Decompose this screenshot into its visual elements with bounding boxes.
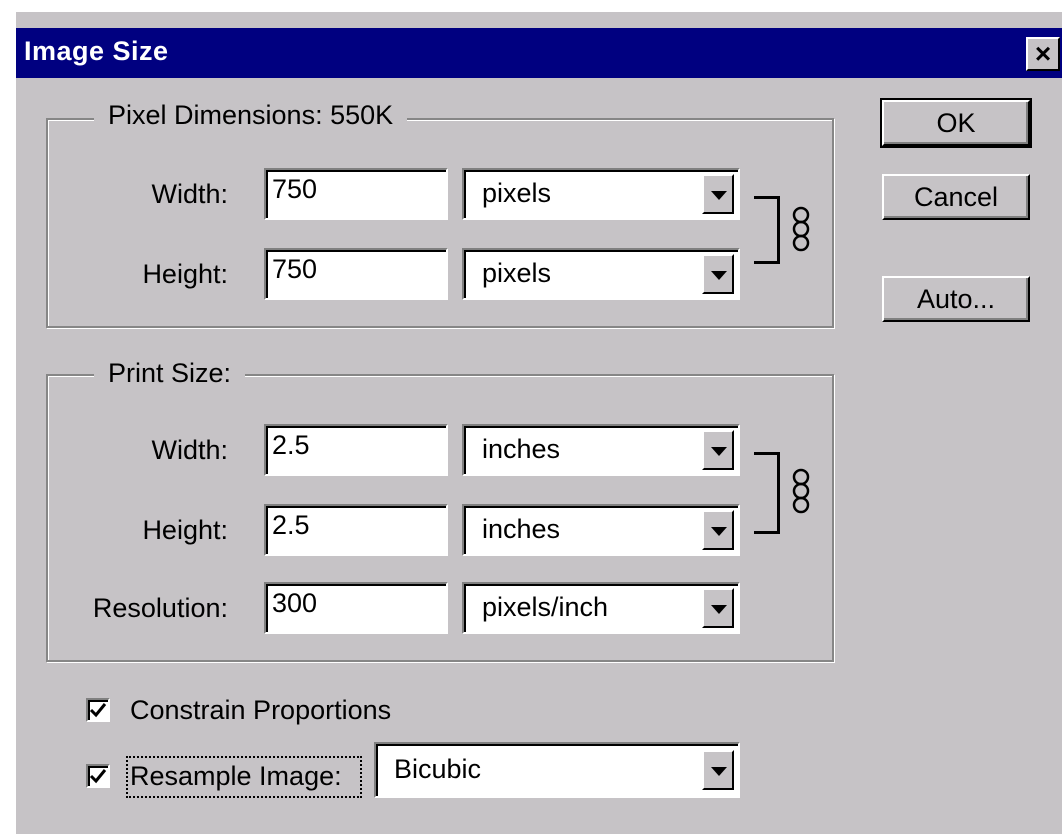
auto-button[interactable]: Auto... — [882, 276, 1030, 322]
cancel-button-label: Cancel — [913, 182, 999, 212]
title-bar[interactable]: Image Size × — [16, 28, 1062, 78]
cancel-button[interactable]: Cancel — [882, 174, 1030, 220]
print-width-unit-value: inches — [482, 434, 561, 464]
pixel-width-label: Width: — [151, 179, 228, 209]
print-link-bracket — [754, 452, 780, 534]
checkmark-icon — [89, 769, 107, 784]
resolution-label: Resolution: — [92, 593, 228, 623]
resolution-input[interactable]: 300 — [264, 582, 448, 634]
chain-link-icon — [792, 206, 810, 252]
close-button[interactable]: × — [1026, 37, 1060, 71]
print-height-input[interactable]: 2.5 — [264, 504, 448, 556]
chevron-down-icon[interactable] — [702, 588, 734, 628]
checkmark-icon — [89, 703, 107, 718]
chevron-down-icon[interactable] — [702, 510, 734, 550]
chevron-down-icon[interactable] — [702, 750, 734, 790]
chevron-down-icon[interactable] — [702, 174, 734, 214]
chain-link-icon — [792, 468, 810, 514]
print-height-label: Height: — [142, 515, 228, 545]
resample-method-value: Bicubic — [394, 754, 482, 784]
pixel-link-bracket — [754, 196, 780, 264]
pixel-width-unit-select[interactable]: pixels — [462, 168, 740, 220]
print-width-label: Width: — [151, 435, 228, 465]
pixel-width-input[interactable]: 750 — [264, 168, 448, 220]
constrain-proportions-label[interactable]: Constrain Proportions — [130, 690, 391, 730]
ok-button-label: OK — [936, 108, 976, 138]
print-height-unit-select[interactable]: inches — [462, 504, 740, 556]
pixel-height-unit-select[interactable]: pixels — [462, 248, 740, 300]
chevron-down-icon[interactable] — [702, 254, 734, 294]
print-width-unit-select[interactable]: inches — [462, 424, 740, 476]
resolution-unit-select[interactable]: pixels/inch — [462, 582, 740, 634]
window-title: Image Size — [24, 36, 169, 66]
ok-button[interactable]: OK — [880, 98, 1032, 148]
constrain-proportions-checkbox[interactable] — [86, 698, 110, 722]
pixel-height-label: Height: — [142, 259, 228, 289]
pixel-height-unit-value: pixels — [482, 258, 552, 288]
resample-method-select[interactable]: Bicubic — [374, 742, 740, 798]
auto-button-label: Auto... — [916, 284, 996, 314]
pixel-dimensions-legend: Pixel Dimensions: 550K — [94, 100, 408, 130]
close-icon: × — [1034, 38, 1052, 69]
resample-image-checkbox[interactable] — [86, 764, 110, 788]
print-size-legend: Print Size: — [94, 358, 246, 388]
pixel-height-input[interactable]: 750 — [264, 248, 448, 300]
resolution-unit-value: pixels/inch — [482, 592, 609, 622]
pixel-width-unit-value: pixels — [482, 178, 552, 208]
image-size-dialog: Image Size × OK Cancel Auto... Pixel Dim… — [14, 10, 1062, 834]
print-height-unit-value: inches — [482, 514, 561, 544]
resample-image-label[interactable]: Resample Image: — [130, 756, 342, 796]
print-width-input[interactable]: 2.5 — [264, 424, 448, 476]
chevron-down-icon[interactable] — [702, 430, 734, 470]
